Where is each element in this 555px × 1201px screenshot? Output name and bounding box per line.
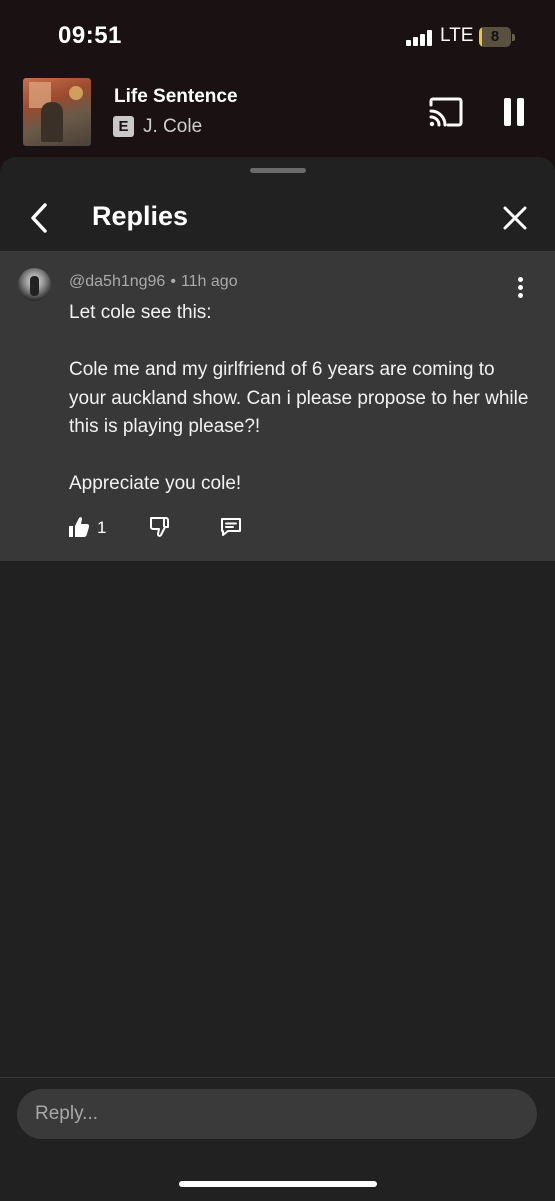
close-button[interactable] xyxy=(500,203,530,233)
reply-comment-icon xyxy=(221,518,241,536)
comment-meta: @da5h1ng96 • 11h ago xyxy=(69,273,238,291)
comment-timestamp: 11h ago xyxy=(180,273,238,290)
explicit-badge: E xyxy=(113,116,134,137)
avatar[interactable] xyxy=(18,268,51,301)
back-button[interactable] xyxy=(25,201,55,235)
comment-body: Let cole see this: Cole me and my girlfr… xyxy=(69,299,529,499)
replies-sheet: Replies @da5h1ng96 • 11h ago Let cole see … xyxy=(0,157,555,1201)
status-bar: 09:51 LTE 8 xyxy=(0,0,555,74)
drag-handle[interactable] xyxy=(250,168,306,173)
song-title: Life Sentence xyxy=(114,86,238,107)
cellular-signal-icon xyxy=(406,30,434,46)
comment: @da5h1ng96 • 11h ago Let cole see this: Co… xyxy=(0,251,555,561)
network-type: LTE xyxy=(440,25,474,46)
battery-level: 8 xyxy=(490,28,500,45)
album-art[interactable] xyxy=(23,78,91,146)
artist-name: J. Cole xyxy=(143,116,203,137)
pause-button[interactable] xyxy=(500,96,530,130)
dislike-button[interactable] xyxy=(149,515,171,539)
more-options-button[interactable] xyxy=(510,275,530,299)
home-indicator[interactable] xyxy=(179,1181,377,1187)
comment-paragraph: Let cole see this: xyxy=(69,302,212,323)
comment-paragraph: Cole me and my girlfriend of 6 years are… xyxy=(69,359,529,437)
sheet-title: Replies xyxy=(92,201,189,231)
comment-paragraph: Appreciate you cole! xyxy=(69,473,242,494)
more-vert-icon xyxy=(518,277,523,282)
pause-icon xyxy=(504,98,511,126)
cast-button[interactable] xyxy=(428,96,464,128)
back-chevron-icon xyxy=(31,203,47,233)
status-time: 09:51 xyxy=(58,22,122,49)
like-count: 1 xyxy=(97,518,107,537)
thumb-up-icon xyxy=(69,517,90,537)
cast-icon xyxy=(429,97,463,127)
thumb-down-icon xyxy=(149,517,169,537)
mini-player[interactable]: Life Sentence E J. Cole xyxy=(0,74,555,158)
meta-separator: • xyxy=(170,273,176,290)
reply-button[interactable] xyxy=(219,515,243,539)
reply-input[interactable] xyxy=(17,1089,537,1139)
comment-username[interactable]: @da5h1ng96 xyxy=(69,273,165,290)
close-icon xyxy=(503,206,527,230)
battery-icon: 8 xyxy=(479,27,515,47)
